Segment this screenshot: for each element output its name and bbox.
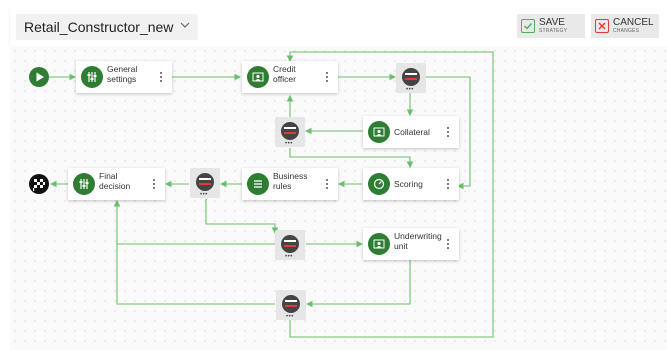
cancel-changes-button[interactable]: CANCEL CHANGES — [591, 14, 659, 38]
more-vertical-icon — [160, 71, 162, 83]
node-label: Business rules — [273, 171, 308, 191]
node-label: Collateral — [394, 127, 430, 137]
node-menu-button[interactable] — [143, 168, 165, 200]
node-label: Scoring — [394, 179, 423, 189]
node-final-decision[interactable]: Final decision — [68, 168, 165, 200]
gateway-more: ••• — [285, 254, 293, 260]
gateway-node[interactable]: ••• — [275, 117, 305, 147]
node-business-rules[interactable]: Business rules — [242, 168, 338, 200]
node-menu-button[interactable] — [316, 168, 338, 200]
cancel-label: CANCEL — [613, 17, 654, 28]
close-icon — [595, 19, 609, 33]
gateway-more: ••• — [200, 192, 208, 198]
strategy-select[interactable]: Retail_Constructor_new — [16, 14, 198, 40]
node-menu-button[interactable] — [316, 61, 338, 93]
checkmark-icon — [521, 19, 535, 33]
split-gateway-icon — [196, 173, 214, 191]
node-menu-button[interactable] — [150, 61, 172, 93]
node-general-settings[interactable]: General settings — [76, 61, 172, 93]
gauge-icon — [368, 173, 390, 195]
list-icon — [247, 173, 269, 195]
more-vertical-icon — [153, 178, 155, 190]
more-vertical-icon — [326, 178, 328, 190]
gateway-more: ••• — [406, 87, 414, 93]
split-gateway-icon — [402, 68, 420, 86]
sliders-icon — [81, 66, 103, 88]
person-card-icon — [368, 233, 390, 255]
more-vertical-icon — [447, 178, 449, 190]
gateway-node[interactable]: ••• — [275, 230, 305, 260]
sliders-icon — [73, 173, 95, 195]
gateway-node[interactable]: ••• — [396, 63, 426, 93]
play-icon — [36, 72, 44, 82]
save-label: SAVE — [539, 17, 565, 28]
node-label: General settings — [107, 64, 138, 84]
checkered-flag-icon — [33, 179, 45, 191]
split-gateway-icon — [281, 122, 299, 140]
gateway-more: ••• — [285, 141, 293, 147]
person-card-icon — [368, 121, 390, 143]
node-credit-officer[interactable]: Credit officer — [242, 61, 338, 93]
chevron-down-icon — [180, 22, 190, 28]
save-sublabel: STRATEGY — [539, 28, 568, 34]
node-menu-button[interactable] — [437, 116, 459, 148]
node-label: Credit officer — [273, 64, 296, 84]
node-underwriting-unit[interactable]: Underwriting unit — [363, 228, 459, 260]
gateway-more: ••• — [286, 314, 294, 320]
save-strategy-button[interactable]: SAVE STRATEGY — [517, 14, 585, 38]
finish-node[interactable] — [29, 174, 49, 194]
node-scoring[interactable]: Scoring — [363, 168, 459, 200]
node-label: Final decision — [99, 171, 131, 191]
start-node[interactable] — [29, 67, 49, 87]
toolbar: Retail_Constructor_new SAVE STRATEGY CAN… — [10, 8, 667, 46]
node-label: Underwriting unit — [394, 231, 442, 251]
more-vertical-icon — [447, 126, 449, 138]
person-card-icon — [247, 66, 269, 88]
more-vertical-icon — [447, 238, 449, 250]
split-gateway-icon — [282, 295, 300, 313]
node-collateral[interactable]: Collateral — [363, 116, 459, 148]
strategy-name: Retail_Constructor_new — [24, 19, 174, 35]
node-menu-button[interactable] — [437, 228, 459, 260]
node-menu-button[interactable] — [437, 168, 459, 200]
gateway-node[interactable]: ••• — [190, 168, 220, 198]
cancel-sublabel: CHANGES — [613, 28, 640, 34]
split-gateway-icon — [281, 235, 299, 253]
gateway-node[interactable]: ••• — [276, 290, 306, 320]
more-vertical-icon — [326, 71, 328, 83]
